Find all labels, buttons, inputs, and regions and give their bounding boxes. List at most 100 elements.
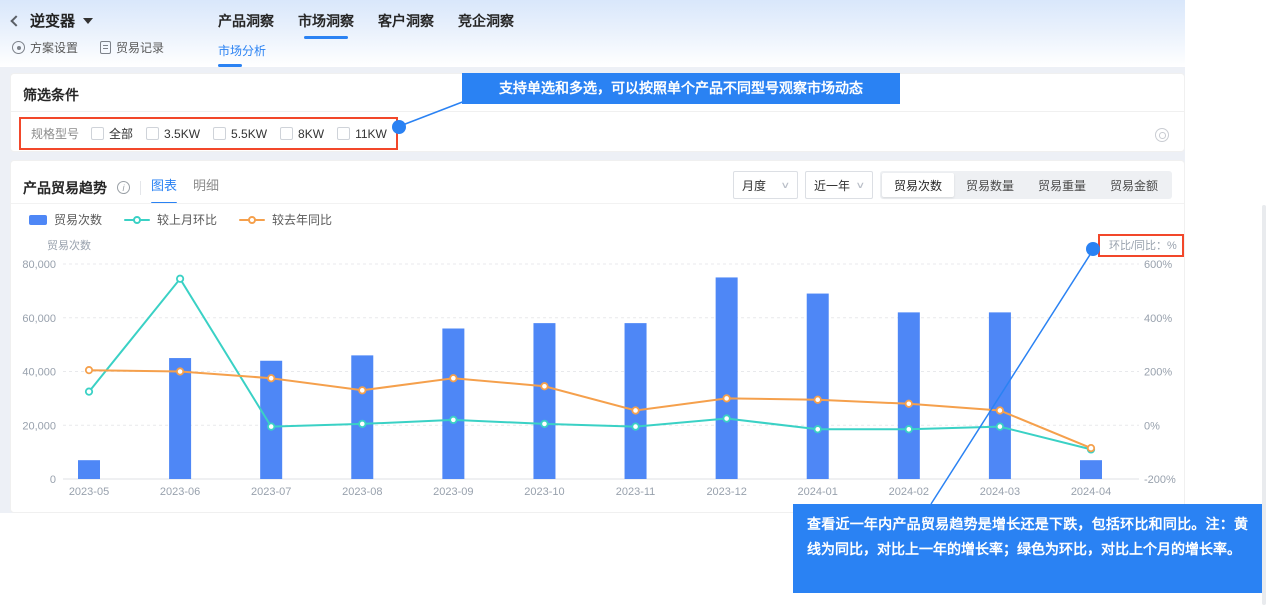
gear-icon[interactable] [1155, 128, 1169, 142]
checkbox-box[interactable] [213, 127, 226, 140]
x-axis-label: 2024-01 [798, 486, 838, 498]
right-axis-tick: 600% [1144, 259, 1172, 271]
main-tabs: 产品洞察市场洞察客户洞察竞企洞察 [218, 11, 514, 39]
point-较去年同比-2023-11[interactable] [632, 407, 638, 413]
top-bar: 逆变器 方案设置 贸易记录 产品洞察市场洞察客户洞察竞企洞察 市场分析 [0, 0, 1185, 67]
line-较上月环比 [89, 279, 1091, 450]
bar-2024-03[interactable] [989, 312, 1011, 479]
right-axis-tick: -200% [1144, 474, 1176, 486]
bar-2024-01[interactable] [807, 294, 829, 479]
right-axis-tick: 200% [1144, 367, 1172, 379]
point-较去年同比-2023-12[interactable] [723, 395, 729, 401]
point-较去年同比-2023-10[interactable] [541, 383, 547, 389]
point-较上月环比-2024-01[interactable] [815, 426, 821, 432]
checkbox-label: 全部 [109, 125, 133, 142]
point-较去年同比-2023-08[interactable] [359, 387, 365, 393]
bar-2023-10[interactable] [533, 323, 555, 479]
point-较去年同比-2023-06[interactable] [177, 368, 183, 374]
spec-model-label: 规格型号 [31, 125, 91, 142]
checkbox-label: 8KW [298, 127, 324, 141]
tab-客户洞察[interactable]: 客户洞察 [378, 11, 434, 39]
x-axis-label: 2023-10 [524, 486, 564, 498]
tab-产品洞察[interactable]: 产品洞察 [218, 11, 274, 39]
tab-竞企洞察[interactable]: 竞企洞察 [458, 11, 514, 39]
x-axis-label: 2024-03 [980, 486, 1020, 498]
product-title[interactable]: 逆变器 [30, 10, 75, 31]
left-axis-tick: 60,000 [22, 313, 56, 325]
checkbox-label: 3.5KW [164, 127, 200, 141]
point-较去年同比-2024-04[interactable] [1088, 445, 1094, 451]
checkbox-全部[interactable]: 全部 [91, 125, 133, 142]
x-axis-label: 2024-04 [1071, 486, 1111, 498]
scheme-settings-button[interactable]: 方案设置 [12, 39, 78, 56]
trend-tooltip: 查看近一年内产品贸易趋势是增长还是下跌，包括环比和同比。注：黄线为同比，对比上一… [793, 504, 1262, 593]
point-较去年同比-2023-05[interactable] [86, 367, 92, 373]
left-axis-tick: 20,000 [22, 420, 56, 432]
checkbox-11KW[interactable]: 11KW [337, 127, 387, 141]
spec-checkbox-list: 全部 3.5KW 5.5KW 8KW 11KW [91, 125, 387, 142]
trade-records-label: 贸易记录 [116, 39, 164, 56]
scheme-settings-label: 方案设置 [30, 39, 78, 56]
point-较上月环比-2024-03[interactable] [997, 423, 1003, 429]
x-axis-label: 2023-12 [706, 486, 746, 498]
left-axis-tick: 0 [50, 474, 56, 486]
document-icon [100, 41, 111, 54]
target-icon [12, 41, 25, 54]
checkbox-box[interactable] [280, 127, 293, 140]
scrollbar[interactable] [1262, 205, 1266, 605]
point-较上月环比-2023-12[interactable] [723, 415, 729, 421]
x-axis-label: 2023-09 [433, 486, 473, 498]
bar-2024-04[interactable] [1080, 460, 1102, 479]
bar-2023-11[interactable] [625, 323, 647, 479]
checkbox-box[interactable] [337, 127, 350, 140]
trend-card: 产品贸易趋势 i 图表明细 月度 ∨ 近一年 ∨ 贸易次数贸易数量贸易重量贸易金… [10, 160, 1185, 513]
caret-down-icon[interactable] [83, 18, 93, 24]
x-axis-label: 2023-07 [251, 486, 291, 498]
left-axis-tick: 80,000 [22, 259, 56, 271]
point-较上月环比-2023-05[interactable] [86, 388, 92, 394]
line-较去年同比 [89, 370, 1091, 448]
left-axis-tick: 40,000 [22, 367, 56, 379]
point-较上月环比-2023-11[interactable] [632, 423, 638, 429]
point-较去年同比-2023-09[interactable] [450, 375, 456, 381]
subtab-market-analysis[interactable]: 市场分析 [218, 42, 266, 65]
point-较上月环比-2023-10[interactable] [541, 421, 547, 427]
checkbox-8KW[interactable]: 8KW [280, 127, 324, 141]
point-较上月环比-2024-02[interactable] [906, 426, 912, 432]
point-较去年同比-2024-01[interactable] [815, 397, 821, 403]
bar-2023-09[interactable] [442, 329, 464, 480]
filter-tooltip: 支持单选和多选，可以按照单个产品不同型号观察市场动态 [462, 73, 900, 104]
x-axis-label: 2023-06 [160, 486, 200, 498]
tab-市场洞察[interactable]: 市场洞察 [298, 11, 354, 39]
checkbox-label: 11KW [355, 127, 387, 141]
right-axis-tick: 400% [1144, 313, 1172, 325]
checkbox-box[interactable] [146, 127, 159, 140]
back-chevron-icon[interactable] [10, 15, 21, 26]
bar-2024-02[interactable] [898, 312, 920, 479]
point-较上月环比-2023-07[interactable] [268, 423, 274, 429]
point-较上月环比-2023-09[interactable] [450, 417, 456, 423]
checkbox-box[interactable] [91, 127, 104, 140]
point-较去年同比-2024-02[interactable] [906, 401, 912, 407]
bar-2023-12[interactable] [716, 277, 738, 479]
bar-2023-05[interactable] [78, 460, 100, 479]
filter-title: 筛选条件 [23, 85, 79, 105]
checkbox-label: 5.5KW [231, 127, 267, 141]
bar-2023-08[interactable] [351, 355, 373, 479]
x-axis-label: 2024-02 [889, 486, 929, 498]
spec-model-row-highlight: 规格型号 全部 3.5KW 5.5KW 8KW 11KW [19, 117, 398, 150]
trade-records-button[interactable]: 贸易记录 [100, 39, 164, 56]
right-axis-tick: 0% [1144, 420, 1160, 432]
x-axis-label: 2023-08 [342, 486, 382, 498]
trend-chart: 600% 80,000 400% 60,000 200% 40,000 0% 20,000 -2… [11, 161, 1186, 514]
point-较上月环比-2023-06[interactable] [177, 276, 183, 282]
divider [11, 111, 1184, 112]
x-axis-label: 2023-11 [616, 486, 656, 498]
checkbox-5.5KW[interactable]: 5.5KW [213, 127, 267, 141]
point-较去年同比-2024-03[interactable] [997, 407, 1003, 413]
bar-2023-06[interactable] [169, 358, 191, 479]
checkbox-3.5KW[interactable]: 3.5KW [146, 127, 200, 141]
point-较上月环比-2023-08[interactable] [359, 421, 365, 427]
point-较去年同比-2023-07[interactable] [268, 375, 274, 381]
x-axis-label: 2023-05 [69, 486, 109, 498]
